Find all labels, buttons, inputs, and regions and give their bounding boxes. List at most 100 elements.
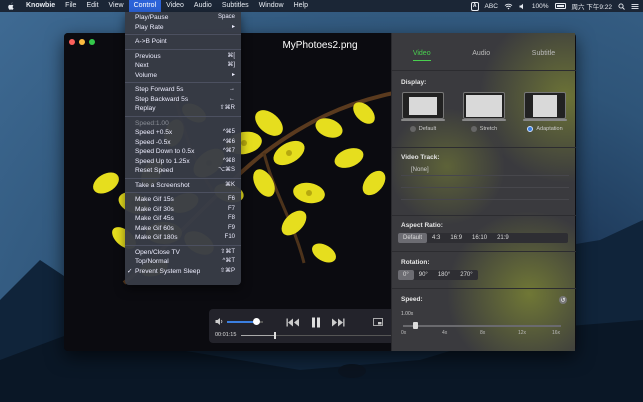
aspect-21-9[interactable]: 21:9 — [492, 233, 514, 243]
aspect-default[interactable]: Default — [398, 233, 428, 243]
clock[interactable]: 周六 下午9:22 — [572, 1, 612, 11]
radio-stretch[interactable] — [470, 126, 477, 132]
menu-bar: Knowbie File Edit View Control Video Aud… — [0, 0, 643, 12]
divider — [392, 147, 576, 148]
menu-subtitles[interactable]: Subtitles — [217, 0, 254, 12]
speed-value: 1.00x — [401, 311, 414, 317]
menu-item[interactable]: A->B Point — [125, 37, 241, 47]
aspect-16-10[interactable]: 16:10 — [467, 233, 492, 243]
menu-item[interactable]: Open/Close TV ⇧⌘T — [125, 248, 241, 258]
menu-item-shortcut: → — [229, 86, 235, 92]
aspect-16-9[interactable]: 16:9 — [445, 233, 467, 243]
menu-view[interactable]: View — [104, 0, 129, 12]
radio-adaptation[interactable] — [527, 126, 534, 132]
menu-item[interactable]: Make Gif 180s F10 — [125, 233, 241, 243]
menu-item[interactable]: Reset Speed ⌥⌘S — [125, 166, 241, 176]
menu-item-label: Next — [135, 62, 149, 69]
rotation-0[interactable]: 0° — [398, 270, 414, 280]
menu-item-label: Speed -0.5x — [135, 138, 171, 146]
menu-item[interactable]: Speed Up to 1.25x ^⌘8 — [125, 157, 241, 167]
menu-item[interactable]: Step Forward 5s → — [125, 85, 241, 95]
menu-app-name[interactable]: Knowbie — [21, 0, 60, 12]
menu-item[interactable]: Make Gif 45s F8 — [125, 214, 241, 224]
speed-slider[interactable] — [403, 322, 561, 329]
speed-knob[interactable] — [413, 322, 418, 329]
divider — [392, 288, 576, 289]
menu-item[interactable]: Step Backward 5s ← — [125, 95, 241, 105]
menu-file[interactable]: File — [60, 0, 81, 12]
tab-video[interactable]: Video — [412, 50, 431, 61]
notification-center-icon[interactable] — [631, 3, 639, 10]
menu-item[interactable]: Speed +0.5x ^⌘5 — [125, 128, 241, 138]
menu-item-label: Speed Down to 0.5x — [135, 148, 195, 155]
menu-item[interactable]: Top/Normal ^⌘T — [125, 257, 241, 267]
menu-item[interactable]: Take a Screenshot ⌘K — [125, 181, 241, 191]
rotation-segmented: 0° 90° 180° 270° — [398, 270, 478, 280]
speed-heading: Speed: — [401, 296, 423, 303]
skip-forward-button[interactable] — [331, 316, 345, 328]
skip-back-button[interactable] — [286, 316, 300, 328]
tab-subtitle[interactable]: Subtitle — [532, 50, 555, 61]
menu-video[interactable]: Video — [161, 0, 189, 12]
display-stretch-label: Stretch — [479, 126, 498, 132]
seek-knob[interactable] — [274, 332, 276, 339]
menu-item-shortcut: ⌥⌘S — [218, 167, 235, 173]
aspect-4-3[interactable]: 4:3 — [427, 233, 445, 243]
reset-speed-icon[interactable]: ↺ — [559, 296, 567, 304]
radio-default[interactable] — [409, 126, 416, 132]
menu-audio[interactable]: Audio — [189, 0, 217, 12]
speaker-icon[interactable] — [215, 317, 224, 326]
rotation-270[interactable]: 270° — [455, 270, 477, 280]
volume-knob[interactable] — [252, 318, 260, 325]
seek-bar[interactable] — [241, 332, 391, 339]
menu-control[interactable]: Control — [128, 0, 162, 12]
menu-item-label: Reset Speed — [135, 167, 174, 174]
monitor-adaptation-icon — [523, 92, 567, 121]
menu-item[interactable]: Speed Down to 0.5x ^⌘7 — [125, 147, 241, 157]
menu-item[interactable]: Make Gif 60s F9 — [125, 224, 241, 234]
video-track-item[interactable]: [None] — [401, 164, 569, 176]
pip-button[interactable] — [371, 316, 385, 328]
pause-button[interactable] — [309, 316, 323, 328]
display-option-default[interactable]: Default — [400, 92, 446, 132]
tab-audio[interactable]: Audio — [472, 50, 490, 61]
video-track-empty-row — [401, 188, 569, 200]
menu-item[interactable]: Speed -0.5x ^⌘6 — [125, 138, 241, 148]
menu-item-label: Volume — [135, 71, 157, 79]
rotation-180[interactable]: 180° — [433, 270, 455, 280]
menu-item[interactable]: Play Rate ▸ — [125, 23, 241, 33]
display-option-stretch[interactable]: Stretch — [461, 92, 507, 132]
menu-help[interactable]: Help — [289, 0, 313, 12]
menu-item-shortcut: ← — [229, 95, 235, 102]
display-option-adaptation[interactable]: Adaptation — [522, 92, 568, 132]
menu-item-label: Previous — [135, 52, 161, 60]
menu-item-shortcut: ^⌘8 — [222, 157, 235, 164]
menu-item[interactable]: Volume ▸ — [125, 71, 241, 81]
menu-item-shortcut: ▸ — [231, 71, 235, 78]
menu-item-label: Make Gif 180s — [135, 234, 178, 241]
menu-item[interactable]: Play/Pause Space — [125, 13, 241, 23]
spotlight-icon[interactable] — [618, 2, 625, 10]
volume-slider[interactable] — [227, 318, 263, 325]
menu-window[interactable]: Window — [254, 0, 289, 12]
menu-item[interactable]: Next ⌘] — [125, 61, 241, 71]
menu-item-shortcut: ⇧⌘T — [220, 248, 235, 255]
apple-icon[interactable] — [6, 2, 15, 11]
rotation-90[interactable]: 90° — [414, 270, 433, 280]
menu-item[interactable]: Previous ⌘[ — [125, 52, 241, 62]
video-track-heading: Video Track: — [401, 154, 440, 161]
volume-icon[interactable] — [519, 3, 526, 10]
input-source-label[interactable]: ABC — [485, 3, 498, 10]
input-source-icon[interactable]: A — [470, 1, 479, 11]
battery-percent[interactable]: 100% — [532, 3, 549, 10]
menu-item-label: Open/Close TV — [135, 248, 180, 256]
menu-item[interactable]: ✓ Prevent System Sleep ⇧⌘P — [125, 267, 241, 277]
menu-item[interactable]: Make Gif 15s F6 — [125, 195, 241, 205]
menu-item-label: Top/Normal — [135, 258, 169, 265]
menu-edit[interactable]: Edit — [81, 0, 103, 12]
battery-icon[interactable] — [554, 3, 566, 9]
wifi-icon[interactable] — [504, 3, 513, 10]
menu-item-label: Make Gif 45s — [135, 215, 174, 222]
menu-item[interactable]: Replay ⇧⌘R — [125, 104, 241, 114]
menu-item[interactable]: Make Gif 30s F7 — [125, 205, 241, 215]
